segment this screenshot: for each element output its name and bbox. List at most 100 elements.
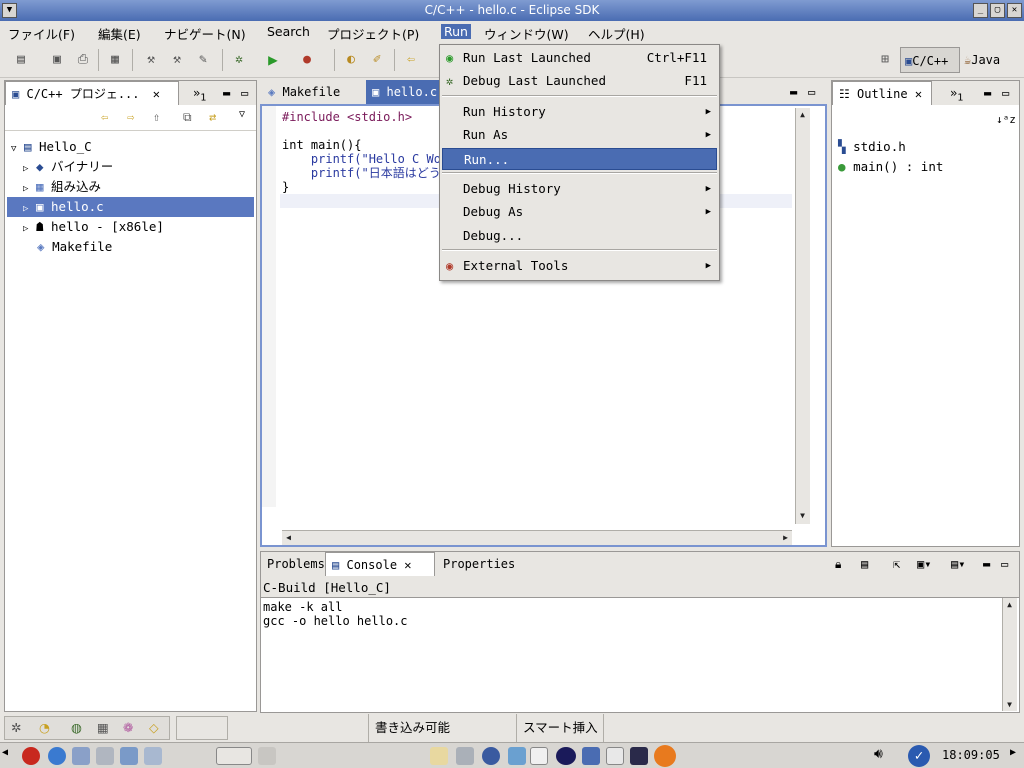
minimize-view-icon[interactable]: ▬ <box>223 81 230 105</box>
bulb-icon[interactable]: ◍ <box>71 720 82 735</box>
sort-icon[interactable]: ↓ᵃz <box>996 113 1016 126</box>
menu-item-run-last-launched[interactable]: ◉ Run Last Launched Ctrl+F11 <box>442 47 717 69</box>
close-tab-icon[interactable]: ✕ <box>915 87 922 101</box>
search-icon[interactable]: ✐ <box>368 51 386 69</box>
pin-icon[interactable]: ⇱ <box>893 552 900 576</box>
outline-item-include[interactable]: ▚ stdio.h <box>838 137 906 157</box>
hex-icon[interactable]: ▦ <box>97 720 109 735</box>
update-check-icon[interactable]: ✓ <box>908 745 930 767</box>
collapsed-icon[interactable]: ▷ <box>23 204 28 214</box>
redhat-menu-icon[interactable] <box>22 747 40 765</box>
collapse-all-icon[interactable]: ⧉ <box>183 110 192 125</box>
tree-item-hello-c[interactable]: ▷ ▣ hello.c <box>7 197 254 217</box>
external-tools-icon[interactable]: ● <box>298 51 316 69</box>
workspace-switcher[interactable] <box>216 747 252 765</box>
tab-outline[interactable]: ☷ Outline ✕ <box>832 81 932 105</box>
nav-back-icon[interactable]: ⇦ <box>101 110 108 124</box>
menu-item-external-tools[interactable]: ◉ External Tools ▶ <box>442 255 717 277</box>
link-editor-icon[interactable]: ⇄ <box>209 110 216 124</box>
menu-navigate[interactable]: ナビゲート(N) <box>164 24 246 43</box>
volume-icon[interactable]: 🔊︎ <box>874 746 883 762</box>
lock-icon[interactable]: 🔒︎ <box>835 552 841 576</box>
view-menu-icon[interactable]: ▽ <box>239 109 245 120</box>
menu-window[interactable]: ウィンドウ(W) <box>484 24 569 43</box>
tab-cpp-projects[interactable]: ▣ C/C++ プロジェ... ✕ <box>5 81 179 105</box>
collapsed-icon[interactable]: ▷ <box>23 184 28 194</box>
tree-item-includes[interactable]: ▷ ▦ 組み込み <box>23 177 101 197</box>
tab-console[interactable]: ▤ Console ✕ <box>325 552 435 576</box>
view-list-icon[interactable]: »1 <box>950 81 963 110</box>
console-vscrollbar[interactable]: ▲ ▼ <box>1002 598 1017 711</box>
clear-console-icon[interactable]: ▤ <box>861 552 868 576</box>
eclipse-window-icon[interactable] <box>556 747 576 765</box>
tree-item-executable[interactable]: ▷ ☗ hello - [x86le] <box>23 217 164 237</box>
tab-properties[interactable]: Properties <box>437 552 521 576</box>
open-type-icon[interactable]: ◐ <box>342 51 360 69</box>
menu-item-debug-dialog[interactable]: Debug... <box>442 225 717 247</box>
build-icon[interactable]: ⚒ <box>142 51 160 69</box>
close-tab-icon[interactable]: ✕ <box>153 87 160 101</box>
cvs-icon[interactable]: ❁ <box>123 720 133 735</box>
scroll-left-icon[interactable]: ◀ <box>282 531 295 544</box>
network-icon[interactable] <box>508 747 526 765</box>
fast-view-icon[interactable]: ✲ <box>11 720 21 735</box>
scroll-down-icon[interactable]: ▼ <box>1003 698 1016 711</box>
editor-hscrollbar[interactable]: ◀ ▶ <box>282 530 792 545</box>
menu-run[interactable]: Run <box>441 24 471 39</box>
minimize-view-icon[interactable]: ▬ <box>983 552 990 576</box>
menu-item-debug-last-launched[interactable]: ✲ Debug Last Launched F11 <box>442 70 717 92</box>
text-editor-icon[interactable] <box>530 747 548 765</box>
window-icon[interactable] <box>582 747 600 765</box>
maximize-view-icon[interactable]: ▭ <box>1001 552 1008 576</box>
scroll-down-icon[interactable]: ▼ <box>796 509 809 522</box>
clean-icon[interactable]: ⚒ <box>168 51 186 69</box>
binary-icon[interactable]: ▦ <box>106 51 124 69</box>
tasks-icon[interactable]: ◔ <box>39 720 50 735</box>
tree-item-makefile[interactable]: ◈ Makefile <box>37 237 112 257</box>
tab-problems[interactable]: Problems <box>261 552 331 576</box>
build-all-icon[interactable]: ✎ <box>194 51 212 69</box>
scroll-up-icon[interactable]: ▲ <box>1003 598 1016 611</box>
open-perspective-icon[interactable]: ⊞ <box>876 51 894 69</box>
perspective-cpp-button[interactable]: ▣C/C++ <box>900 47 960 73</box>
eclipse-icon[interactable] <box>482 747 500 765</box>
menu-item-debug-history[interactable]: Debug History ▶ <box>442 178 717 200</box>
perspective-java-button[interactable]: ☕Java <box>964 47 1020 73</box>
tree-item-binaries[interactable]: ▷ ◆ バイナリー <box>23 157 113 177</box>
maximize-editor-icon[interactable]: ▭ <box>808 80 815 104</box>
menu-item-run-history[interactable]: Run History ▶ <box>442 101 717 123</box>
menu-search[interactable]: Search <box>267 24 310 39</box>
taskbar-right-arrow-icon[interactable]: ▶ <box>1010 747 1016 758</box>
scroll-right-icon[interactable]: ▶ <box>779 531 792 544</box>
print-icon[interactable]: ⎙ <box>74 51 92 69</box>
collapsed-icon[interactable]: ▷ <box>23 224 28 234</box>
menu-help[interactable]: ヘルプ(H) <box>588 24 645 43</box>
minimize-view-icon[interactable]: ▬ <box>984 81 991 105</box>
menu-item-run-as[interactable]: Run As ▶ <box>442 124 717 146</box>
tree-item-project[interactable]: ▽ ▤ Hello_C <box>11 137 92 157</box>
expanded-icon[interactable]: ▽ <box>11 144 16 154</box>
calc-icon[interactable] <box>144 747 162 765</box>
scroll-up-icon[interactable]: ▲ <box>796 108 809 121</box>
impress-icon[interactable] <box>120 747 138 765</box>
menu-item-debug-as[interactable]: Debug As ▶ <box>442 201 717 223</box>
close-tab-icon[interactable]: ✕ <box>404 558 411 572</box>
nav-up-icon[interactable]: ⇧ <box>153 110 160 124</box>
menu-item-run-dialog[interactable]: Run... <box>442 148 717 170</box>
taskbar-left-arrow-icon[interactable]: ◀ <box>2 747 8 758</box>
bookmark-icon[interactable]: ◇ <box>149 720 159 735</box>
mail-icon[interactable] <box>72 747 90 765</box>
menu-file[interactable]: ファイル(F) <box>8 24 75 43</box>
debug-icon[interactable]: ✲ <box>230 51 248 69</box>
media-icon[interactable] <box>630 747 648 765</box>
tray-tool-icon[interactable] <box>258 747 276 765</box>
open-console-icon[interactable]: ▤▾ <box>951 552 965 576</box>
new-icon[interactable]: ▤ <box>12 51 30 69</box>
menu-edit[interactable]: 編集(E) <box>98 24 141 43</box>
minimize-icon[interactable]: _ <box>973 3 988 18</box>
close-icon[interactable]: ✕ <box>1007 3 1022 18</box>
notes-icon[interactable] <box>606 747 624 765</box>
browser-icon[interactable] <box>48 747 66 765</box>
window-menu-icon[interactable]: ▼ <box>2 3 17 18</box>
maximize-view-icon[interactable]: ▭ <box>241 81 248 105</box>
